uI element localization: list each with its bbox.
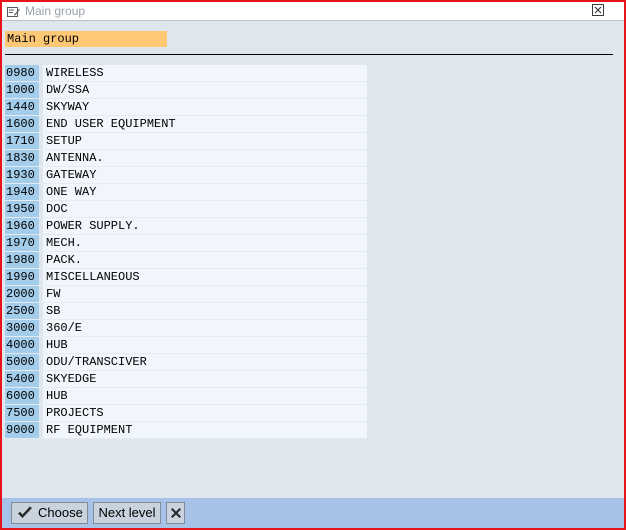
list-item[interactable]: 9000 RF EQUIPMENT [5,422,367,439]
choose-button[interactable]: Choose [11,502,88,524]
main-group-description: DOC [43,201,367,217]
main-group-code[interactable]: 1000 [5,82,39,98]
main-group-description: SKYWAY [43,99,367,115]
main-group-description: PROJECTS [43,405,367,421]
next-level-button[interactable]: Next level [93,502,161,524]
list-item[interactable]: 1940 ONE WAY [5,184,367,201]
main-group-description: WIRELESS [43,65,367,81]
list-item[interactable]: 4000 HUB [5,337,367,354]
main-group-description: MECH. [43,235,367,251]
main-group-description: RF EQUIPMENT [43,422,367,438]
list-item[interactable]: 5400 SKYEDGE [5,371,367,388]
main-group-code[interactable]: 7500 [5,405,39,421]
main-group-description: ODU/TRANSCIVER [43,354,367,370]
list-item[interactable]: 1710 SETUP [5,133,367,150]
list-item[interactable]: 7500 PROJECTS [5,405,367,422]
list-item[interactable]: 1980 PACK. [5,252,367,269]
list-item[interactable]: 0980 WIRELESS [5,65,367,82]
main-group-code[interactable]: 1440 [5,99,39,115]
main-group-description: 360/E [43,320,367,336]
main-group-code[interactable]: 1710 [5,133,39,149]
close-button[interactable] [592,4,604,16]
main-group-code[interactable]: 1990 [5,269,39,285]
main-group-code[interactable]: 1830 [5,150,39,166]
list-item[interactable]: 1990 MISCELLANEOUS [5,269,367,286]
main-group-code[interactable]: 3000 [5,320,39,336]
main-group-code[interactable]: 4000 [5,337,39,353]
main-group-code[interactable]: 6000 [5,388,39,404]
main-group-description: DW/SSA [43,82,367,98]
main-group-code[interactable]: 5400 [5,371,39,387]
main-group-code[interactable]: 1600 [5,116,39,132]
main-group-code[interactable]: 1970 [5,235,39,251]
list-item[interactable]: 1600 END USER EQUIPMENT [5,116,367,133]
main-group-code[interactable]: 1950 [5,201,39,217]
list-item[interactable]: 3000 360/E [5,320,367,337]
main-group-description: HUB [43,337,367,353]
main-group-description: GATEWAY [43,167,367,183]
list-item[interactable]: 1830 ANTENNA. [5,150,367,167]
list-item[interactable]: 1440 SKYWAY [5,99,367,116]
dialog-content: Main group 0980 WIRELESS 1000 DW/SSA 1440 SKY… [2,21,624,498]
choose-button-label: Choose [38,505,83,520]
check-icon [17,506,33,526]
list-item[interactable]: 5000 ODU/TRANSCIVER [5,354,367,371]
header-separator [5,54,613,55]
close-icon [594,6,602,14]
cancel-icon [171,508,181,518]
edit-window-icon [7,5,20,17]
main-group-description: POWER SUPPLY. [43,218,367,234]
list-item[interactable]: 1960 POWER SUPPLY. [5,218,367,235]
main-group-code[interactable]: 1960 [5,218,39,234]
list-item[interactable]: 1970 MECH. [5,235,367,252]
list-item[interactable]: 1950 DOC [5,201,367,218]
title-bar[interactable]: Main group [2,2,624,21]
main-group-description: PACK. [43,252,367,268]
list-item[interactable]: 1930 GATEWAY [5,167,367,184]
list-item[interactable]: 6000 HUB [5,388,367,405]
main-group-code[interactable]: 2500 [5,303,39,319]
main-group-description: SKYEDGE [43,371,367,387]
main-group-code[interactable]: 1930 [5,167,39,183]
footer-toolbar: Choose Next level [2,498,624,528]
main-group-list: 0980 WIRELESS 1000 DW/SSA 1440 SKYWAY 1600 END … [5,65,367,439]
main-group-description: END USER EQUIPMENT [43,116,367,132]
list-item[interactable]: 2000 FW [5,286,367,303]
main-group-description: SB [43,303,367,319]
main-group-description: SETUP [43,133,367,149]
main-group-description: MISCELLANEOUS [43,269,367,285]
main-group-code[interactable]: 5000 [5,354,39,370]
main-group-code[interactable]: 1980 [5,252,39,268]
column-header-main-group[interactable]: Main group [5,31,167,47]
list-item[interactable]: 1000 DW/SSA [5,82,367,99]
main-group-code[interactable]: 9000 [5,422,39,438]
window-title: Main group [25,4,86,18]
main-group-description: ONE WAY [43,184,367,200]
main-group-description: ANTENNA. [43,150,367,166]
main-group-code[interactable]: 1940 [5,184,39,200]
cancel-button[interactable] [166,502,185,524]
main-group-description: FW [43,286,367,302]
main-group-description: HUB [43,388,367,404]
main-group-code[interactable]: 0980 [5,65,39,81]
main-group-code[interactable]: 2000 [5,286,39,302]
list-item[interactable]: 2500 SB [5,303,367,320]
main-group-dialog: Main group Main group 0980 WIRELESS 1000 DW… [0,0,626,530]
